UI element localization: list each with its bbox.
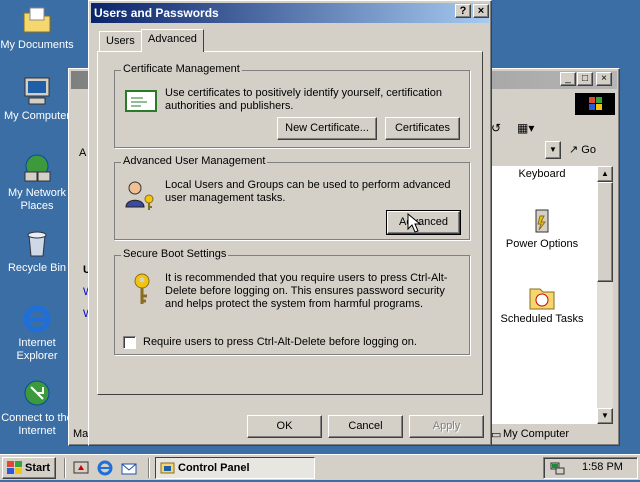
close-button[interactable]: ×: [596, 72, 612, 86]
desktop-icon-my-network-places[interactable]: My Network Places: [0, 152, 74, 213]
desktop-icon-internet-explorer[interactable]: Internet Explorer: [0, 302, 74, 363]
key-icon: [129, 272, 155, 306]
checkbox-box[interactable]: [123, 336, 136, 349]
taskbar-separator-2: [148, 458, 150, 478]
tab-advanced[interactable]: Advanced: [141, 29, 204, 52]
outlook-express-icon[interactable]: [120, 459, 138, 477]
new-certificate-button[interactable]: New Certificate...: [277, 117, 377, 140]
advanced-user-management-group: Advanced User Management Local Users and…: [114, 155, 470, 240]
internet-explorer-quicklaunch-icon[interactable]: [96, 459, 114, 477]
clock[interactable]: 1:58 PM: [582, 461, 623, 473]
advanced-tab-panel: Certificate Management Use certificates …: [97, 51, 483, 395]
go-arrow-icon: ↗: [569, 144, 579, 156]
back-icon[interactable]: ↺: [491, 121, 501, 135]
internet-explorer-icon: [21, 302, 53, 334]
windows-logo: [575, 93, 615, 115]
certificate-management-group: Certificate Management Use certificates …: [114, 63, 470, 148]
cancel-button[interactable]: Cancel: [328, 415, 403, 438]
recycle-bin-icon: [21, 227, 53, 259]
address-dropdown-button[interactable]: ▼: [545, 141, 561, 159]
scroll-thumb[interactable]: [597, 182, 613, 282]
cp-item-scheduled-tasks[interactable]: Scheduled Tasks: [497, 281, 587, 326]
system-tray: 1:58 PM: [543, 457, 638, 479]
certificates-button[interactable]: Certificates: [385, 117, 460, 140]
scroll-up-button[interactable]: ▲: [597, 166, 613, 182]
scheduled-tasks-icon: [526, 281, 558, 313]
tab-users[interactable]: Users: [99, 31, 142, 51]
desktop-icon-my-documents[interactable]: My Documents: [0, 4, 74, 52]
cp-vertical-scrollbar[interactable]: ▲ ▼: [597, 166, 613, 424]
desktop-icon-connect-to-the-internet[interactable]: Connect to the Internet: [0, 377, 74, 438]
cp-item-keyboard[interactable]: Keyboard: [497, 168, 587, 181]
certificate-icon: [125, 89, 157, 113]
show-desktop-icon[interactable]: [72, 459, 90, 477]
mouse-cursor-icon: [407, 212, 422, 236]
secure-boot-settings-group: Secure Boot Settings It is recommended t…: [114, 248, 470, 355]
user-keys-icon: [123, 179, 159, 211]
start-button[interactable]: Start: [2, 457, 56, 479]
users-and-passwords-dialog[interactable]: Users and Passwords ? × Users Advanced C…: [88, 0, 492, 446]
status-computer-icon: ▭: [491, 429, 502, 441]
views-icon[interactable]: ▦▾: [517, 121, 534, 135]
connect-internet-icon: [21, 377, 53, 409]
computer-icon: [21, 75, 53, 107]
control-panel-icon: [160, 461, 175, 475]
power-options-icon: [526, 206, 558, 238]
network-tray-icon[interactable]: [550, 460, 566, 476]
network-icon: [21, 152, 53, 184]
scroll-down-button[interactable]: ▼: [597, 408, 613, 424]
taskbar-item-control-panel[interactable]: Control Panel: [155, 457, 315, 479]
minimize-button[interactable]: _: [560, 72, 576, 86]
windows-flag-icon: [7, 461, 22, 475]
cp-items-pane: Keyboard Power Options Scheduled Tasks: [489, 166, 597, 424]
taskbar: Start Control Panel 1:58 PM: [0, 454, 640, 480]
dialog-title-bar[interactable]: Users and Passwords: [91, 3, 489, 23]
folder-icon: [21, 4, 53, 36]
desktop-icon-my-computer[interactable]: My Computer: [0, 75, 74, 123]
apply-button[interactable]: Apply: [409, 415, 484, 438]
ok-button[interactable]: OK: [247, 415, 322, 438]
go-button[interactable]: ↗ Go: [569, 143, 596, 156]
address-letter: A: [79, 147, 87, 159]
maximize-button[interactable]: □: [577, 72, 593, 86]
desktop-icon-recycle-bin[interactable]: Recycle Bin: [0, 227, 74, 275]
close-button[interactable]: ×: [473, 4, 489, 18]
help-button[interactable]: ?: [455, 4, 471, 18]
taskbar-separator: [64, 458, 66, 478]
cp-item-power-options[interactable]: Power Options: [497, 206, 587, 251]
advanced-button[interactable]: Advanced: [386, 210, 461, 235]
